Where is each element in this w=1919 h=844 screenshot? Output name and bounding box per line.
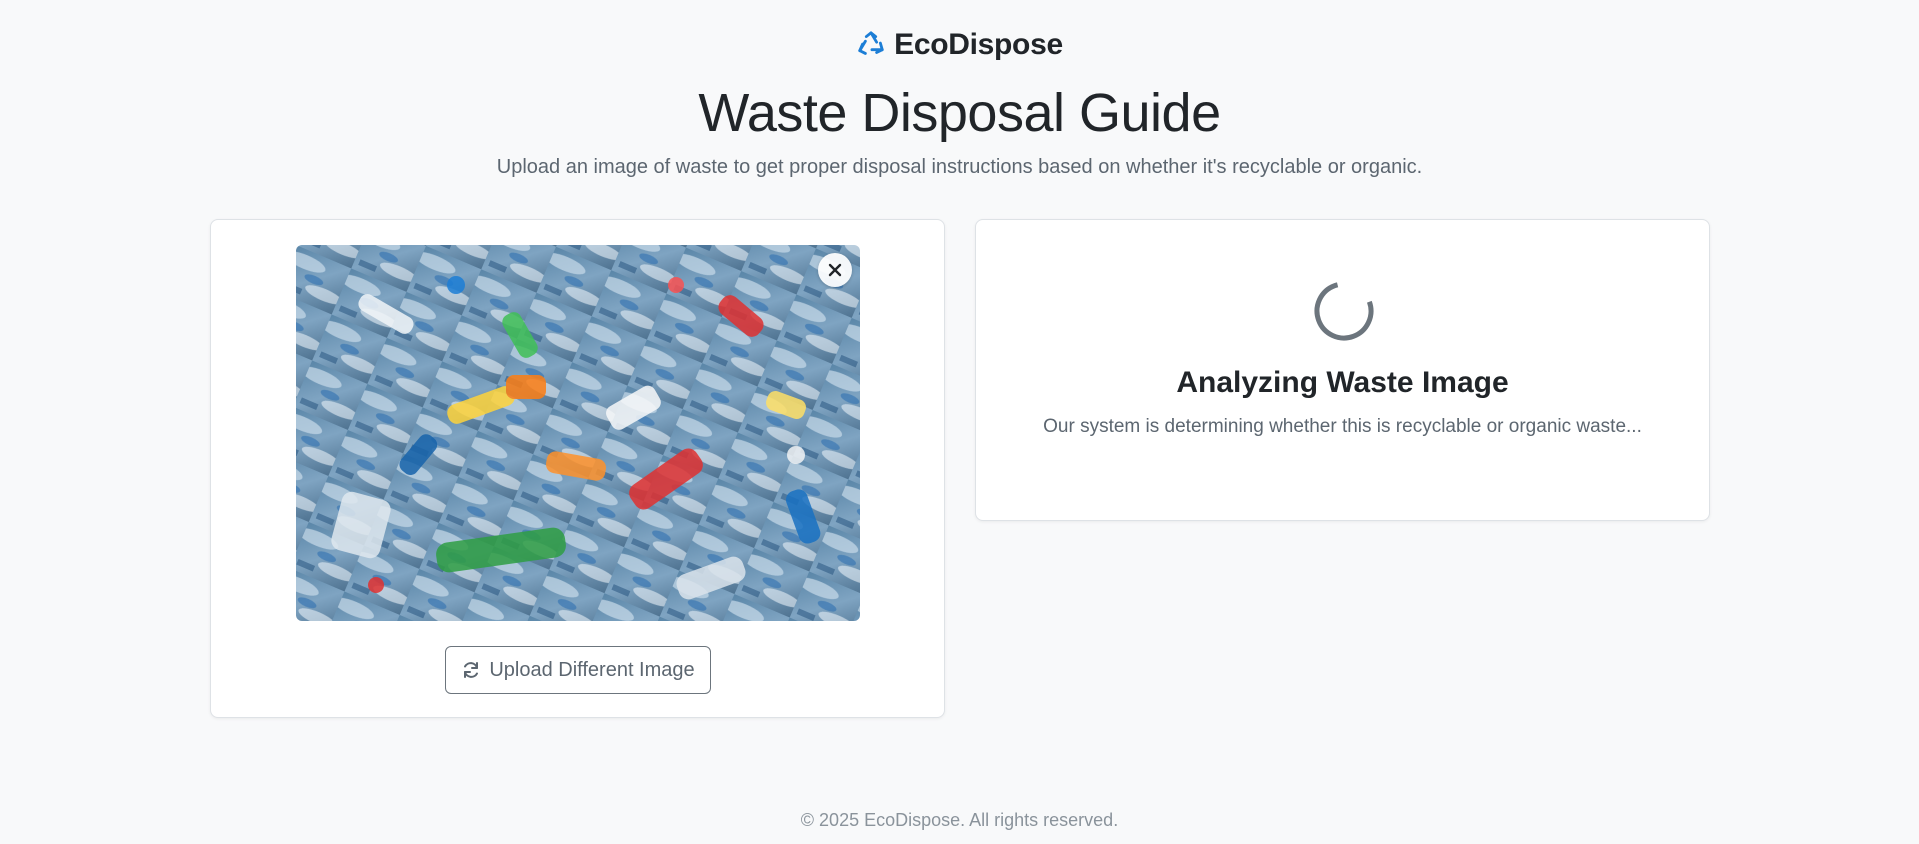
upload-button-label: Upload Different Image [489,658,695,681]
recycle-icon [858,31,884,55]
page-title: Waste Disposal Guide [698,83,1221,143]
footer-copyright: © 2025 EcoDispose. All rights reserved. [800,810,1119,830]
image-preview [296,245,860,621]
analysis-card: Analyzing Waste Image Our system is dete… [975,219,1710,521]
waste-image [296,245,860,621]
analysis-status-title: Analyzing Waste Image [1176,366,1509,399]
brand-name: EcoDispose [894,28,1063,61]
close-icon [828,263,842,277]
brand-logo[interactable]: EcoDispose [0,28,1919,62]
refresh-icon [464,662,479,678]
remove-image-button[interactable] [818,253,852,287]
upload-card: Upload Different Image [210,219,945,718]
upload-different-image-button[interactable]: Upload Different Image [445,646,711,694]
analysis-status-text: Our system is determining whether this i… [1043,416,1642,437]
page-subtitle: Upload an image of waste to get proper d… [496,156,1423,178]
loading-spinner-icon [1314,281,1374,341]
